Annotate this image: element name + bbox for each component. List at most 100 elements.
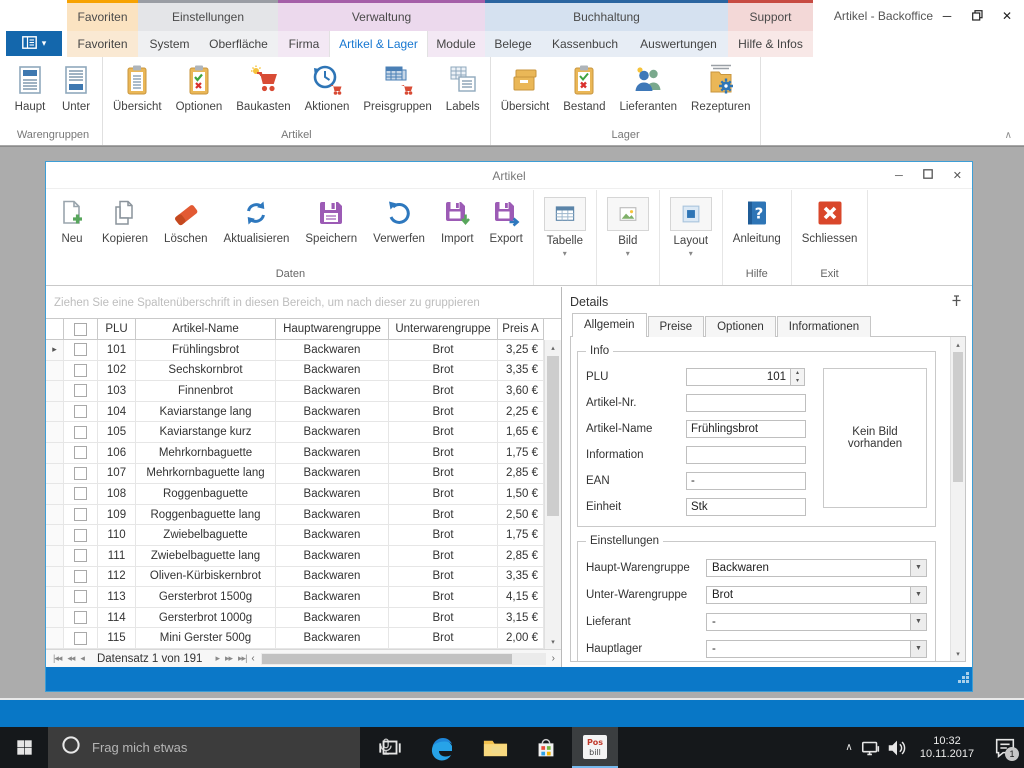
table-cell[interactable]: Kaviarstange lang [136,402,276,423]
chevron-down-icon[interactable]: ▼ [910,614,926,630]
table-cell[interactable]: 3,25 € [498,340,544,361]
table-cell[interactable]: Roggenbaguette [136,484,276,505]
details-pin-icon[interactable] [951,295,962,310]
checkbox[interactable] [74,467,87,480]
table-cell[interactable]: Brot [389,628,498,649]
labels-button[interactable]: Labels [439,61,487,115]
row-select-cell[interactable] [64,443,98,464]
checkbox[interactable] [74,570,87,583]
hauptlager-select[interactable]: -▼ [706,640,927,658]
table-cell[interactable]: Brot [389,361,498,382]
checkbox[interactable] [74,384,87,397]
table-cell[interactable]: Brot [389,464,498,485]
artikel-uebersicht-button[interactable]: Übersicht [106,61,169,115]
tab-favoriten[interactable]: Favoriten [67,31,138,57]
tabelle-button[interactable]: Tabelle▾ [536,190,594,267]
table-row[interactable]: 114Gersterbrot 1000gBackwarenBrot3,15 € [46,608,544,629]
table-cell[interactable]: Brot [389,567,498,588]
column-header[interactable]: Preis A [498,319,544,340]
checkbox[interactable] [74,364,87,377]
checkbox[interactable] [74,632,87,645]
table-cell[interactable]: 102 [98,361,136,382]
volume-icon[interactable] [884,727,910,768]
checkbox[interactable] [74,529,87,542]
table-cell[interactable]: Brot [389,587,498,608]
haupt-warengruppen-button[interactable]: Haupt [7,61,53,115]
scroll-up-icon[interactable]: ▴ [545,340,561,355]
column-header[interactable]: Unterwarengruppe [389,319,498,340]
row-select-cell[interactable] [64,484,98,505]
nav-next-button[interactable]: ▸ [215,653,219,664]
table-cell[interactable]: Brot [389,525,498,546]
scroll-thumb[interactable] [547,356,559,516]
table-cell[interactable]: Backwaren [276,546,389,567]
grid-horizontal-scrollbar[interactable] [261,653,546,665]
table-cell[interactable]: 2,85 € [498,546,544,567]
table-cell[interactable]: 106 [98,443,136,464]
table-cell[interactable]: Finnenbrot [136,381,276,402]
table-row[interactable]: 110ZwiebelbaguetteBackwarenBrot1,75 € [46,525,544,546]
child-minimize-button[interactable]: ─ [895,170,903,182]
table-cell[interactable]: Frühlingsbrot [136,340,276,361]
table-cell[interactable]: 3,35 € [498,361,544,382]
table-cell[interactable]: Backwaren [276,381,389,402]
grid-vertical-scrollbar[interactable]: ▴ ▾ [544,340,561,649]
table-cell[interactable]: Backwaren [276,608,389,629]
chevron-down-icon[interactable]: ▼ [910,641,926,657]
table-row[interactable]: 109Roggenbaguette langBackwarenBrot2,50 … [46,505,544,526]
table-cell[interactable]: 3,60 € [498,381,544,402]
table-cell[interactable]: Backwaren [276,402,389,423]
action-center-button[interactable]: 1 [986,727,1024,768]
einheit-field[interactable]: Stk [686,498,806,516]
tab-system[interactable]: System [140,31,199,57]
lager-uebersicht-button[interactable]: Übersicht [494,61,557,115]
spin-down-icon[interactable]: ▾ [791,377,804,385]
app-menu-button[interactable]: ▾ [6,31,62,56]
minimize-button[interactable]: ─ [932,0,962,31]
restore-button[interactable] [962,0,992,31]
row-select-cell[interactable] [64,361,98,382]
table-cell[interactable]: 112 [98,567,136,588]
row-select-cell[interactable] [64,525,98,546]
column-header[interactable]: PLU [98,319,136,340]
neu-button[interactable]: Neu [50,190,94,267]
row-select-cell[interactable] [64,608,98,629]
table-cell[interactable]: Brot [389,443,498,464]
table-row[interactable]: 102SechskornbrotBackwarenBrot3,35 € [46,361,544,382]
collapse-ribbon-button[interactable]: ∧ [1005,130,1012,141]
child-window-titlebar[interactable]: Artikel ─ ✕ [46,162,972,189]
store-button[interactable] [524,727,568,768]
details-vertical-scrollbar[interactable]: ▴ ▾ [950,337,965,661]
edge-browser-button[interactable] [420,727,464,768]
table-cell[interactable]: Gersterbrot 1000g [136,608,276,629]
artikel-optionen-button[interactable]: Optionen [169,61,230,115]
table-cell[interactable]: Kaviarstange kurz [136,422,276,443]
table-cell[interactable]: 1,65 € [498,422,544,443]
row-select-cell[interactable] [64,567,98,588]
plu-field[interactable]: 101 [686,368,791,386]
network-icon[interactable] [858,727,884,768]
aktualisieren-button[interactable]: Aktualisieren [216,190,298,267]
hscroll-right-icon[interactable]: › [552,653,555,664]
details-tab-allgemein[interactable]: Allgemein [572,313,647,337]
table-row[interactable]: 105Kaviarstange kurzBackwarenBrot1,65 € [46,422,544,443]
details-tab-optionen[interactable]: Optionen [705,316,776,337]
nav-next-page-button[interactable]: ▸▸ [225,653,232,664]
table-row[interactable]: 111Zwiebelbaguette langBackwarenBrot2,85… [46,546,544,567]
checkbox[interactable] [74,611,87,624]
table-cell[interactable]: 115 [98,628,136,649]
row-select-cell[interactable] [64,505,98,526]
unter-warengruppen-button[interactable]: Unter [53,61,99,115]
table-cell[interactable]: 105 [98,422,136,443]
table-cell[interactable]: 109 [98,505,136,526]
table-cell[interactable]: Zwiebelbaguette lang [136,546,276,567]
child-close-button[interactable]: ✕ [953,169,962,182]
table-cell[interactable]: Backwaren [276,484,389,505]
information-field[interactable] [686,446,806,464]
table-cell[interactable]: 113 [98,587,136,608]
table-cell[interactable]: 2,85 € [498,464,544,485]
tab-artikel-lager[interactable]: Artikel & Lager [330,31,427,57]
baukasten-button[interactable]: Baukasten [229,61,297,115]
table-cell[interactable]: 1,75 € [498,525,544,546]
table-row[interactable]: 115Mini Gerster 500gBackwarenBrot2,00 € [46,628,544,649]
